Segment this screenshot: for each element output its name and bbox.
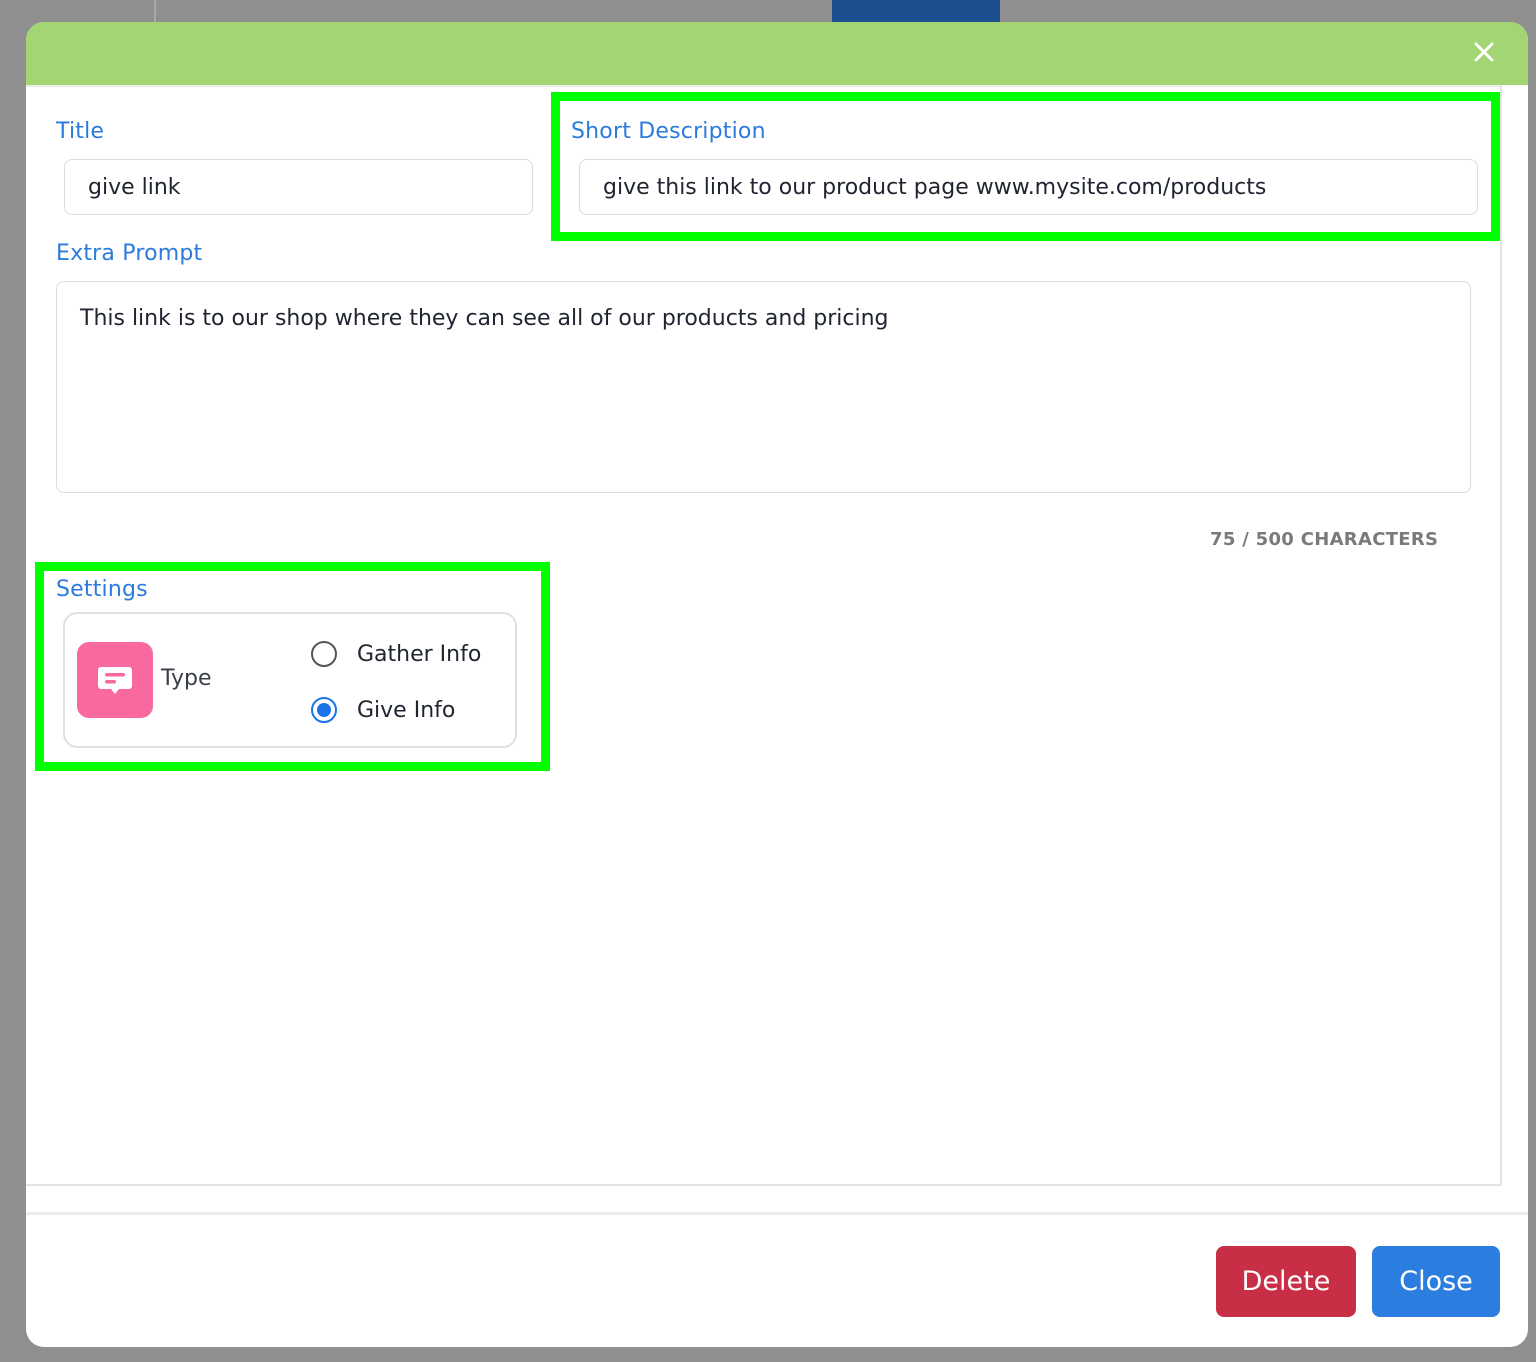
modal-header <box>26 22 1528 85</box>
radio-give-info[interactable]: Give Info <box>311 697 455 723</box>
radio-gather-info[interactable]: Gather Info <box>311 641 481 667</box>
title-label: Title <box>56 119 105 144</box>
footer-divider <box>26 1212 1528 1215</box>
radio-button[interactable] <box>311 641 337 667</box>
background-divider <box>154 0 156 22</box>
radio-button-checked[interactable] <box>311 697 337 723</box>
delete-button[interactable]: Delete <box>1216 1246 1356 1317</box>
body-divider <box>26 85 1500 87</box>
extra-prompt-label: Extra Prompt <box>56 241 203 266</box>
short-description-input[interactable]: give this link to our product page www.m… <box>579 159 1478 215</box>
radio-label: Gather Info <box>357 641 482 667</box>
short-description-label: Short Description <box>571 119 766 144</box>
modal-dialog: Title give link Short Description give t… <box>26 22 1528 1347</box>
character-count: 75 / 500 CHARACTERS <box>1210 529 1439 550</box>
settings-card: Type Gather Info Give Info <box>63 612 517 748</box>
title-input[interactable]: give link <box>64 159 533 215</box>
radio-label: Give Info <box>357 697 456 723</box>
settings-label: Settings <box>56 577 148 602</box>
type-label: Type <box>161 666 212 691</box>
close-icon[interactable] <box>1470 38 1498 66</box>
chat-bubble-icon <box>77 642 153 718</box>
close-button[interactable]: Close <box>1372 1246 1500 1317</box>
background-tab <box>832 0 1000 22</box>
extra-prompt-textarea[interactable]: This link is to our shop where they can … <box>56 281 1471 493</box>
modal-body: Title give link Short Description give t… <box>26 85 1502 1186</box>
